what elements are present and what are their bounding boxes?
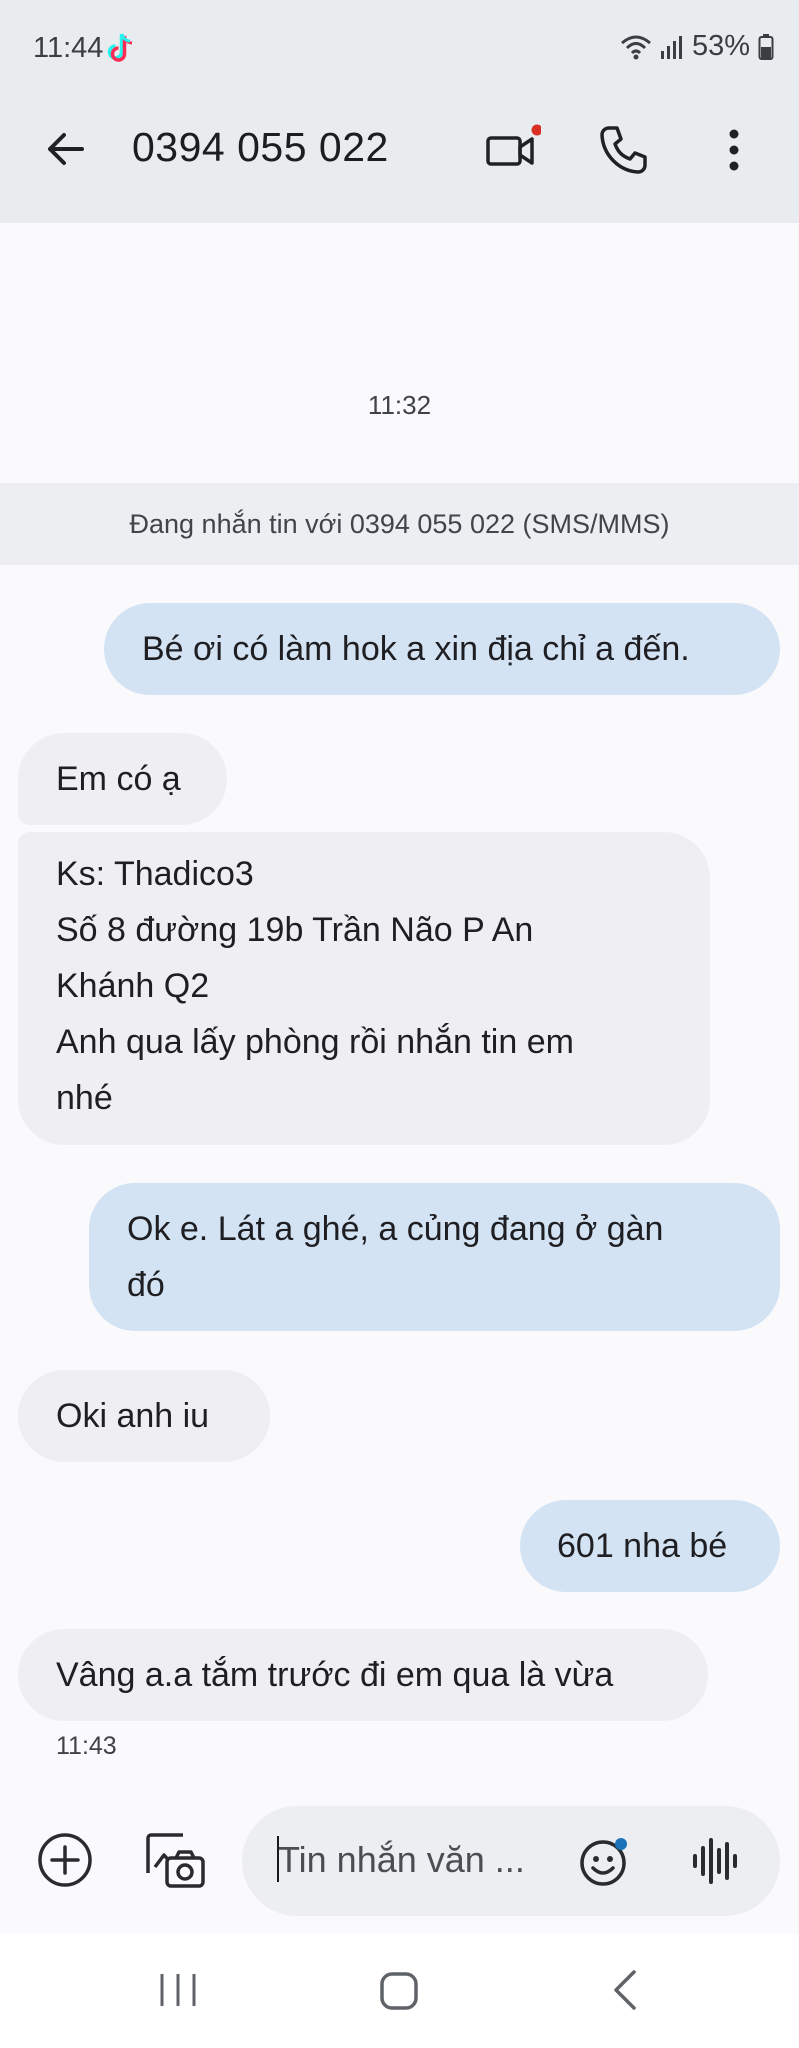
voice-input-icon[interactable] — [691, 1836, 739, 1886]
message-text: Ks: Thadico3 — [56, 855, 254, 893]
message-text: Số 8 đường 19b Trần Não P An — [56, 911, 534, 949]
message-text: nhé — [56, 1079, 113, 1117]
video-call-icon[interactable] — [485, 124, 541, 176]
signal-icon — [660, 35, 682, 59]
nav-back-icon[interactable] — [610, 1968, 638, 2012]
message-text: Ok e. Lát a ghé, a củng đang ở gàn — [127, 1210, 664, 1248]
recent-apps-icon[interactable] — [158, 1972, 198, 2008]
message-text: 601 nha bé — [557, 1527, 728, 1565]
message-text: Vâng a.a tắm trước đi em qua là vừa — [56, 1656, 614, 1694]
message-text: Em có ạ — [56, 760, 181, 798]
status-indicators: 53% — [620, 30, 774, 63]
tiktok-icon — [107, 33, 133, 62]
message-bubble-incoming[interactable]: Vâng a.a tắm trước đi em qua là vừa — [18, 1629, 708, 1721]
contact-title: 0394 055 022 — [132, 124, 389, 170]
wifi-icon — [620, 35, 651, 59]
message-text: Khánh Q2 — [56, 967, 210, 1005]
app-bar — [0, 100, 799, 223]
message-text: Oki anh iu — [56, 1397, 210, 1435]
more-options-icon[interactable] — [714, 124, 754, 176]
status-time: 11:44 — [33, 32, 104, 64]
message-bubble-incoming[interactable]: Oki anh iu — [18, 1370, 270, 1462]
message-bubble-outgoing[interactable]: Ok e. Lát a ghé, a củng đang ở gàn đó — [89, 1183, 780, 1331]
add-attachment-icon[interactable] — [36, 1831, 94, 1889]
sms-info-banner: Đang nhắn tin với 0394 055 022 (SMS/MMS) — [0, 483, 799, 565]
battery-percent: 53% — [691, 30, 750, 62]
message-timestamp: 11:43 — [56, 1732, 117, 1760]
message-bubble-incoming[interactable]: Ks: Thadico3 Số 8 đường 19b Trần Não P A… — [18, 832, 710, 1145]
message-bubble-incoming[interactable]: Em có ạ — [18, 733, 227, 825]
back-arrow-icon[interactable] — [42, 125, 90, 173]
conversation-start-time: 11:32 — [367, 390, 432, 420]
message-bubble-outgoing[interactable]: 601 nha bé — [520, 1500, 780, 1592]
gallery-camera-icon[interactable] — [145, 1831, 207, 1891]
message-text: Bé ơi có làm hok a xin địa chỉ a đến. — [142, 630, 690, 668]
emoji-icon[interactable] — [578, 1836, 630, 1888]
phone-icon[interactable] — [597, 124, 649, 176]
notification-dot — [531, 124, 541, 136]
message-text: Anh qua lấy phòng rồi nhắn tin em — [56, 1023, 574, 1061]
message-bubble-outgoing[interactable]: Bé ơi có làm hok a xin địa chỉ a đến. — [104, 603, 780, 695]
message-input[interactable] — [278, 1835, 540, 1885]
battery-icon — [758, 33, 774, 60]
message-text: đó — [127, 1266, 165, 1304]
home-icon[interactable] — [379, 1970, 419, 2012]
